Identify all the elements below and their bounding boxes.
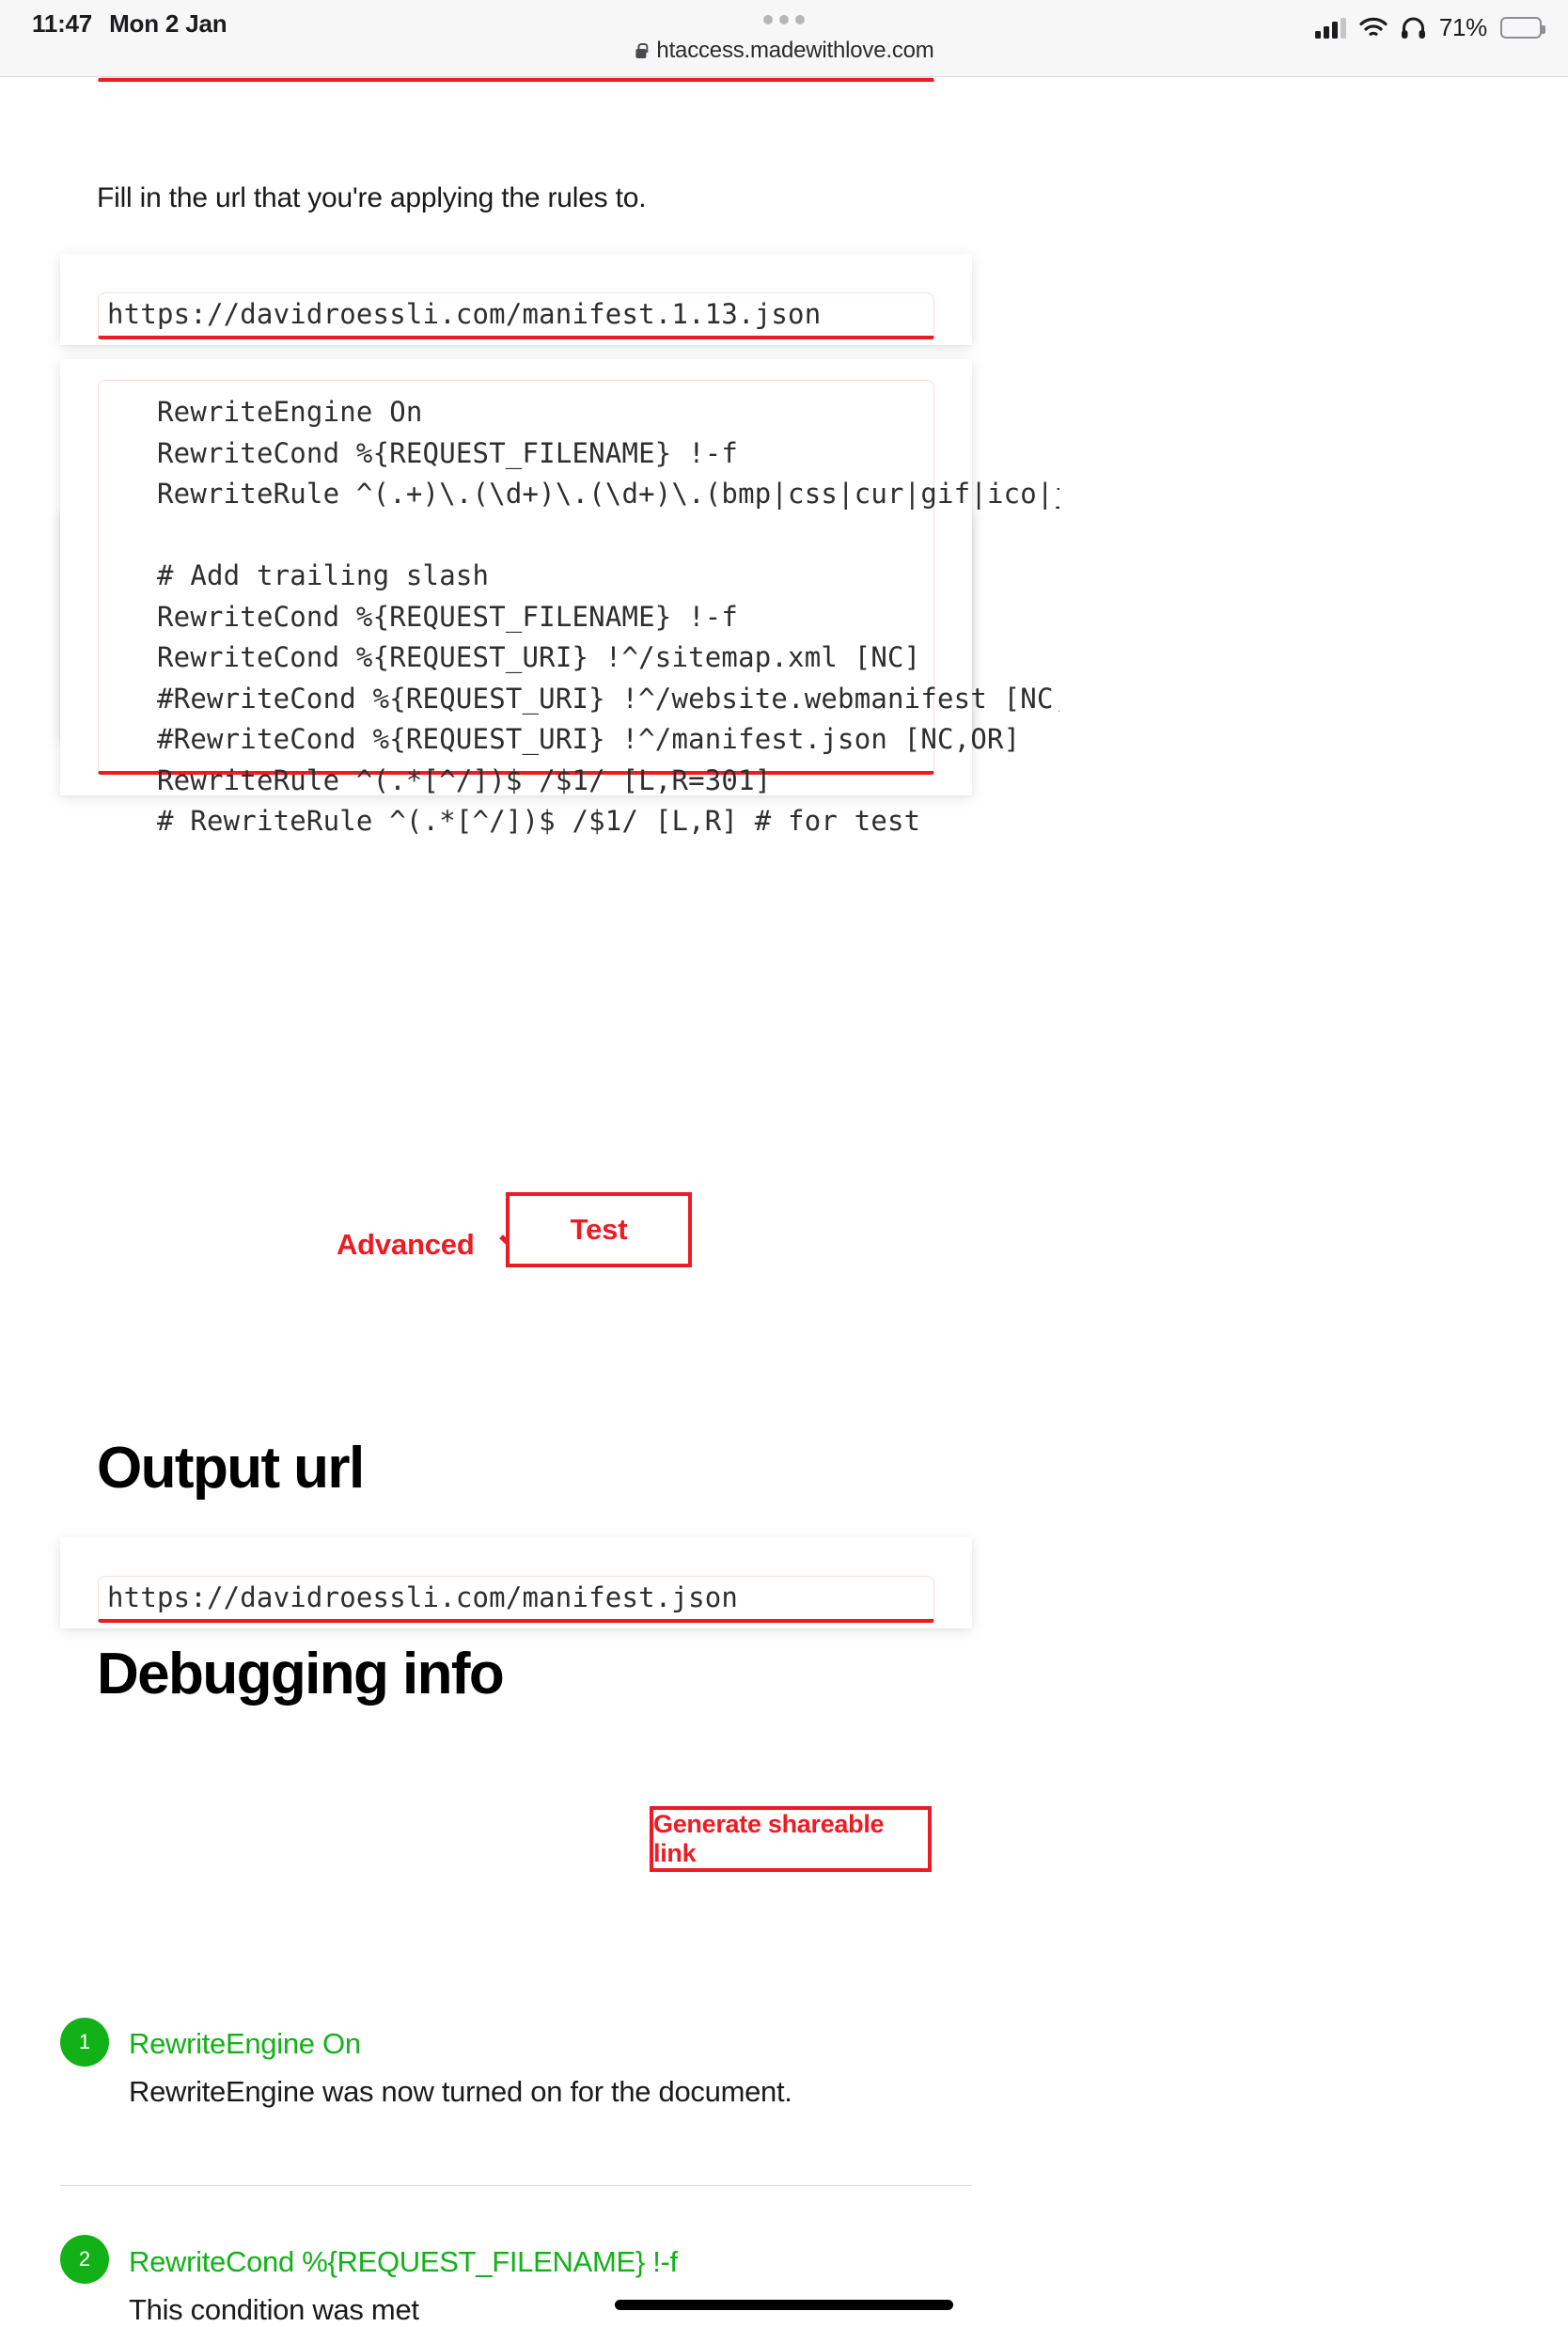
debug-entry-description: This condition was met — [129, 2293, 419, 2326]
dot — [779, 15, 789, 24]
output-url-heading: Output url — [97, 1436, 365, 1501]
cellular-bars-icon — [1314, 17, 1346, 39]
debugging-info-heading: Debugging info — [97, 1642, 505, 1706]
test-button-label: Test — [570, 1213, 628, 1246]
three-dots-icon[interactable] — [763, 15, 805, 24]
debug-entry-rule: RewriteEngine On — [129, 2027, 361, 2060]
bar — [1314, 30, 1321, 39]
generate-shareable-link-button[interactable]: Generate shareable link — [650, 1806, 932, 1872]
debug-entry-description: RewriteEngine was now turned on for the … — [129, 2075, 792, 2108]
debug-entry-number: 2 — [78, 2247, 91, 2271]
bar — [1340, 17, 1346, 39]
url-input-card: https://davidroessli.com/manifest.1.13.j… — [60, 254, 972, 345]
status-bar-left: 11:47 Mon 2 Jan — [32, 9, 227, 39]
rules-textarea-value: RewriteEngine On RewriteCond %{REQUEST_F… — [157, 396, 1059, 837]
url-field-label: Fill in the url that you're applying the… — [97, 182, 647, 213]
address-bar-url: htaccess.madewithlove.com — [656, 38, 934, 63]
output-url-value: https://davidroessli.com/manifest.json — [107, 1581, 739, 1613]
rules-card: RewriteEngine On RewriteCond %{REQUEST_F… — [60, 359, 1059, 837]
debug-entry-badge: 2 — [60, 2235, 109, 2284]
status-time: 11:47 — [32, 9, 93, 38]
url-input[interactable]: https://davidroessli.com/manifest.1.13.j… — [98, 292, 934, 339]
status-bar-right: 71% — [1314, 13, 1545, 42]
advanced-toggle[interactable]: Advanced — [337, 1228, 535, 1262]
debug-entry-rule: RewriteCond %{REQUEST_FILENAME} !-f — [129, 2245, 678, 2278]
status-date: Mon 2 Jan — [109, 9, 227, 38]
debug-entry-badge: 1 — [60, 2018, 109, 2067]
bar — [1331, 21, 1338, 39]
battery-icon — [1500, 17, 1545, 39]
wifi-icon — [1359, 17, 1388, 36]
headphones-icon — [1401, 17, 1425, 39]
lock-icon — [634, 42, 649, 60]
output-url-card: https://davidroessli.com/manifest.json — [60, 1537, 972, 1628]
address-bar[interactable]: htaccess.madewithlove.com — [634, 38, 934, 64]
battery-percent: 71% — [1438, 13, 1487, 41]
dot — [763, 15, 773, 24]
generate-shareable-link-label: Generate shareable link — [653, 1810, 885, 1867]
bar — [1323, 25, 1329, 39]
url-input-value: https://davidroessli.com/manifest.1.13.j… — [107, 298, 822, 330]
debug-divider — [60, 2185, 972, 2186]
test-button[interactable]: Test — [506, 1192, 692, 1267]
dot — [795, 15, 805, 24]
home-indicator — [615, 2300, 953, 2310]
output-url-input[interactable]: https://davidroessli.com/manifest.json — [98, 1576, 934, 1623]
rules-textarea[interactable]: RewriteEngine On RewriteCond %{REQUEST_F… — [98, 380, 1059, 837]
status-bar: 11:47 Mon 2 Jan htaccess.madewithlove.co… — [0, 0, 1568, 77]
advanced-label: Advanced — [337, 1228, 475, 1261]
debug-entry-number: 1 — [78, 2030, 91, 2053]
